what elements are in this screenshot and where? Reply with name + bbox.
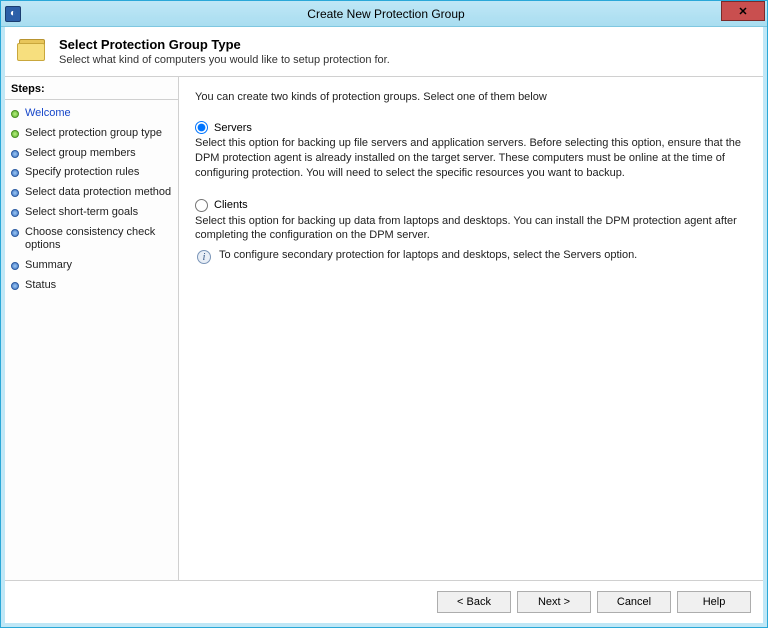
step-item[interactable]: Status bbox=[5, 276, 178, 296]
window-content: Select Protection Group Type Select what… bbox=[1, 27, 767, 627]
back-button[interactable]: < Back bbox=[437, 591, 511, 613]
footer: < Back Next > Cancel Help bbox=[5, 580, 763, 623]
step-bullet-icon bbox=[11, 209, 19, 217]
step-item[interactable]: Select group members bbox=[5, 144, 178, 164]
step-bullet-icon bbox=[11, 150, 19, 158]
option-servers: Servers Select this option for backing u… bbox=[195, 121, 747, 181]
step-item[interactable]: Specify protection rules bbox=[5, 163, 178, 183]
step-bullet-icon bbox=[11, 189, 19, 197]
steps-list: Welcome Select protection group type Selec… bbox=[5, 100, 178, 296]
help-button[interactable]: Help bbox=[677, 591, 751, 613]
intro-text: You can create two kinds of protection g… bbox=[195, 91, 747, 103]
page-subtitle: Select what kind of computers you would … bbox=[59, 54, 390, 66]
step-label: Choose consistency check options bbox=[25, 226, 172, 254]
steps-label: Steps: bbox=[5, 81, 178, 100]
folder-icon bbox=[17, 37, 49, 63]
radio-clients[interactable] bbox=[195, 199, 208, 212]
step-item[interactable]: Select data protection method bbox=[5, 183, 178, 203]
step-label: Select data protection method bbox=[25, 186, 171, 200]
steps-sidebar: Steps: Welcome Select protection group ty… bbox=[5, 77, 179, 580]
page-header: Select Protection Group Type Select what… bbox=[5, 27, 763, 72]
step-label: Select short-term goals bbox=[25, 206, 138, 220]
clients-description: Select this option for backing up data f… bbox=[195, 214, 747, 244]
clients-info-text: To configure secondary protection for la… bbox=[219, 249, 637, 261]
window-title: Create New Protection Group bbox=[5, 7, 767, 21]
step-bullet-icon bbox=[11, 229, 19, 237]
step-item[interactable]: Summary bbox=[5, 256, 178, 276]
step-item[interactable]: Choose consistency check options bbox=[5, 223, 178, 257]
info-icon: i bbox=[197, 250, 211, 264]
step-label: Specify protection rules bbox=[25, 166, 139, 180]
step-bullet-icon bbox=[11, 262, 19, 270]
step-bullet-icon bbox=[11, 282, 19, 290]
step-bullet-icon bbox=[11, 130, 19, 138]
servers-description: Select this option for backing up file s… bbox=[195, 136, 747, 181]
step-label: Status bbox=[25, 279, 56, 293]
step-label: Welcome bbox=[25, 107, 71, 121]
wizard-window: ◐ Create New Protection Group ✕ Select P… bbox=[0, 0, 768, 628]
radio-servers[interactable] bbox=[195, 121, 208, 134]
step-item[interactable]: Welcome bbox=[5, 104, 178, 124]
step-label: Select group members bbox=[25, 147, 136, 161]
step-bullet-icon bbox=[11, 169, 19, 177]
step-label: Select protection group type bbox=[25, 127, 162, 141]
close-button[interactable]: ✕ bbox=[721, 1, 765, 21]
radio-clients-label[interactable]: Clients bbox=[214, 199, 248, 211]
body: Steps: Welcome Select protection group ty… bbox=[5, 77, 763, 580]
step-label: Summary bbox=[25, 259, 72, 273]
page-title: Select Protection Group Type bbox=[59, 37, 390, 52]
radio-servers-label[interactable]: Servers bbox=[214, 122, 252, 134]
next-button[interactable]: Next > bbox=[517, 591, 591, 613]
main-panel: You can create two kinds of protection g… bbox=[179, 77, 763, 580]
cancel-button[interactable]: Cancel bbox=[597, 591, 671, 613]
step-item[interactable]: Select short-term goals bbox=[5, 203, 178, 223]
option-clients: Clients Select this option for backing u… bbox=[195, 199, 747, 265]
step-bullet-icon bbox=[11, 110, 19, 118]
step-item[interactable]: Select protection group type bbox=[5, 124, 178, 144]
titlebar: ◐ Create New Protection Group ✕ bbox=[1, 1, 767, 27]
clients-info-row: i To configure secondary protection for … bbox=[195, 249, 747, 264]
